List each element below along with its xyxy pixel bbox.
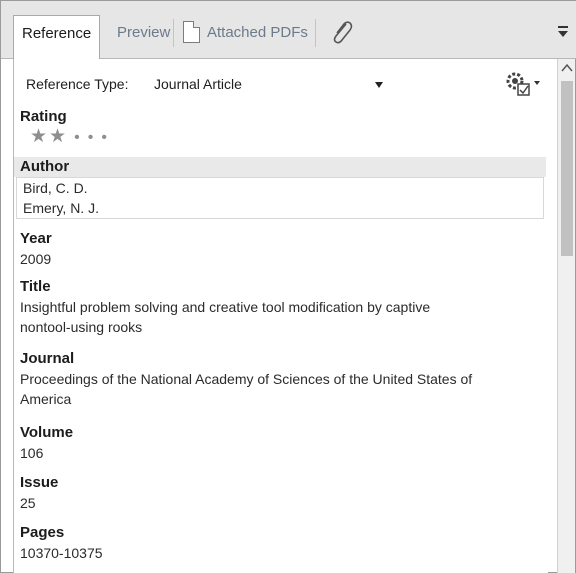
reference-type-label: Reference Type: (26, 76, 129, 92)
rating-stars[interactable]: ★★ • • • (14, 126, 109, 147)
title-label: Title (20, 278, 51, 295)
chevron-down-icon[interactable] (374, 81, 384, 89)
author-entry[interactable]: Bird, C. D. (17, 178, 543, 198)
tab-reference[interactable]: Reference (13, 15, 101, 60)
volume-label: Volume (20, 424, 74, 441)
tab-divider (315, 19, 316, 47)
author-label-bar: Author (14, 157, 546, 177)
scroll-up-arrow-icon[interactable] (561, 63, 573, 73)
title-value-cont[interactable]: nontool-using rooks (14, 317, 546, 337)
year-field[interactable]: Year 2009 (14, 229, 546, 269)
tab-divider (173, 19, 174, 47)
title-field[interactable]: Title Insightful problem solving and cre… (14, 277, 546, 337)
star-filled-icon[interactable]: ★ (30, 126, 49, 147)
journal-label: Journal (20, 350, 75, 367)
star-empty-icon[interactable]: • (101, 129, 109, 146)
volume-value[interactable]: 106 (14, 443, 546, 463)
reference-fields-pane: Reference Type: Journal Article Rating ★… (13, 59, 548, 573)
document-icon (183, 21, 200, 43)
issue-field[interactable]: Issue 25 (14, 473, 546, 513)
reference-type-row: Reference Type: Journal Article (26, 69, 546, 99)
vertical-scrollbar[interactable] (557, 59, 575, 573)
rating-field: Rating ★★ • • • (14, 107, 546, 148)
star-filled-icon[interactable]: ★ (49, 126, 68, 147)
pages-field[interactable]: Pages 10370-10375 (14, 523, 546, 563)
journal-field[interactable]: Journal Proceedings of the National Acad… (14, 349, 546, 409)
paperclip-icon[interactable] (327, 17, 357, 47)
journal-value[interactable]: Proceedings of the National Academy of S… (14, 369, 546, 389)
issue-label: Issue (20, 474, 59, 491)
title-value[interactable]: Insightful problem solving and creative … (14, 297, 546, 317)
tab-attached-pdfs[interactable]: Attached PDFs (199, 15, 316, 51)
year-value[interactable]: 2009 (14, 249, 546, 269)
reference-panel: Reference Preview Attached PDFs Referenc… (0, 0, 576, 573)
star-empty-icon[interactable]: • (74, 129, 82, 146)
issue-value[interactable]: 25 (14, 493, 546, 513)
tab-bar: Reference Preview Attached PDFs (1, 1, 576, 60)
author-field: Author Bird, C. D. Emery, N. J. (14, 157, 546, 221)
triangle-down-icon[interactable] (557, 25, 569, 39)
gear-checklist-icon[interactable] (502, 69, 542, 99)
star-empty-icon[interactable]: • (88, 129, 96, 146)
volume-field[interactable]: Volume 106 (14, 423, 546, 463)
pages-label: Pages (20, 524, 65, 541)
journal-value-cont[interactable]: America (14, 389, 546, 409)
author-entry[interactable]: Emery, N. J. (17, 198, 543, 218)
pages-value[interactable]: 10370-10375 (14, 543, 546, 563)
tab-preview[interactable]: Preview (109, 15, 178, 51)
year-label: Year (20, 230, 52, 247)
author-values[interactable]: Bird, C. D. Emery, N. J. (16, 177, 544, 219)
reference-type-select[interactable]: Journal Article (154, 76, 242, 92)
scrollbar-thumb[interactable] (561, 81, 573, 256)
author-label: Author (20, 158, 70, 175)
rating-label: Rating (20, 108, 67, 125)
